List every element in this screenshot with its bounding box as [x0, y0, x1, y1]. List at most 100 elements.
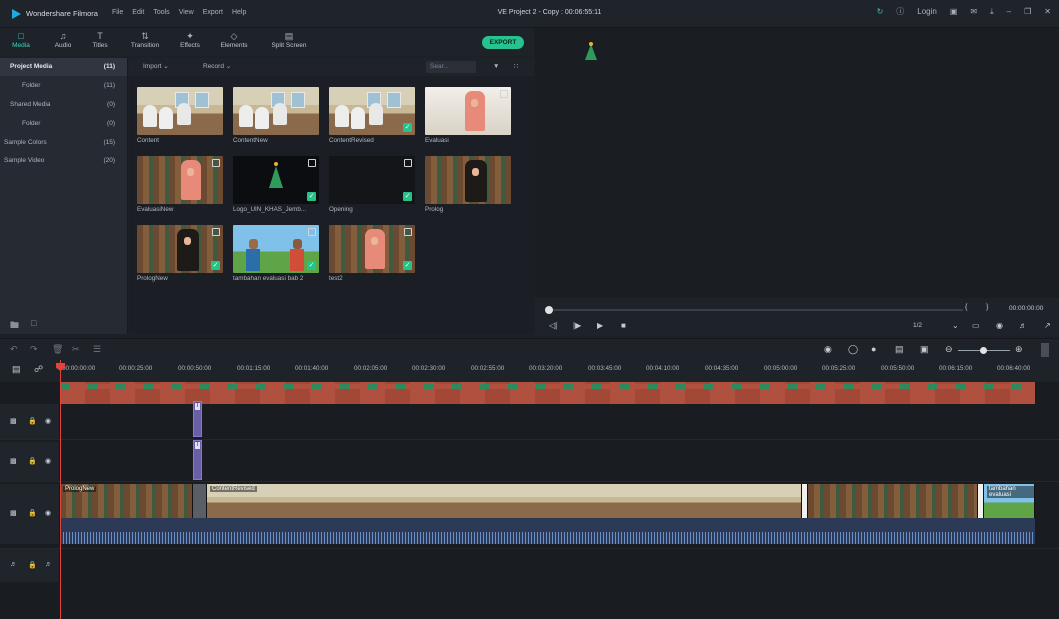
- sidebar-item-shared-folder[interactable]: Folder (0): [0, 115, 127, 133]
- media-thumb-logo[interactable]: ✓: [233, 156, 319, 204]
- fullscreen-icon[interactable]: ↗: [1044, 321, 1051, 330]
- folder-icon[interactable]: □: [31, 318, 36, 334]
- toolbar-audio[interactable]: ♫ Audio: [52, 31, 74, 49]
- voiceover-icon[interactable]: ▤: [895, 344, 904, 355]
- adjust-icon[interactable]: ☰: [93, 344, 101, 355]
- search-input[interactable]: Sear...: [426, 61, 476, 73]
- play-icon[interactable]: ▶: [597, 321, 603, 330]
- mark-in-icon[interactable]: {: [965, 304, 967, 311]
- cut-icon[interactable]: ✂: [72, 344, 80, 355]
- sync-icon[interactable]: ↻: [877, 7, 884, 16]
- video-clip-evaluasinew[interactable]: [808, 484, 978, 518]
- stop-icon[interactable]: ■: [621, 321, 626, 330]
- close-icon[interactable]: ✕: [1044, 7, 1051, 16]
- video-clip-tambahan[interactable]: tambahan evaluasi: [984, 484, 1035, 518]
- lock-icon[interactable]: 🔒: [28, 457, 37, 465]
- track-type-icon: ▩: [10, 510, 17, 517]
- download-icon[interactable]: ⤓: [990, 7, 994, 17]
- sidebar-item-sample-colors[interactable]: Sample Colors (15): [0, 134, 127, 152]
- video-clip-prolognew[interactable]: PrologNew: [60, 484, 193, 518]
- info-icon[interactable]: ⓘ: [896, 6, 904, 17]
- ruler-tick: 00:05:25:00: [822, 365, 856, 372]
- delete-icon[interactable]: 🗑: [52, 344, 63, 355]
- snapshot-icon[interactable]: ◉: [996, 321, 1003, 330]
- timeline-ruler[interactable]: ▤ ☍ 00:00:00:00 00:00:25:00 00:00:50:00 …: [0, 360, 1059, 382]
- mic-icon[interactable]: ●: [871, 344, 876, 354]
- grid-view-icon[interactable]: ∷: [514, 61, 518, 73]
- shield-icon[interactable]: ◯: [848, 344, 858, 355]
- zoom-in-icon[interactable]: ⊕: [1015, 344, 1023, 355]
- zoom-out-icon[interactable]: ⊖: [945, 344, 953, 355]
- transition-clip[interactable]: [193, 484, 207, 518]
- media-thumb-test2[interactable]: ✓: [329, 225, 415, 273]
- toolbar-media[interactable]: □ Media: [10, 31, 32, 49]
- minimize-icon[interactable]: –: [1007, 7, 1011, 16]
- quality-select[interactable]: 1/2: [913, 322, 922, 329]
- media-thumb-opening[interactable]: ✓: [329, 156, 415, 204]
- media-caption: EvaluasiNew: [137, 206, 174, 213]
- media-thumb-contentnew[interactable]: [233, 87, 319, 135]
- import-dropdown[interactable]: Import ⌄: [143, 61, 169, 73]
- redo-icon[interactable]: ↷: [30, 344, 38, 355]
- playback-scrubber[interactable]: [548, 309, 963, 311]
- sidebar-item-shared-media[interactable]: Shared Media (0): [0, 96, 127, 114]
- step-back-icon[interactable]: |▶: [573, 321, 581, 330]
- toolbar-titles[interactable]: T Titles: [89, 31, 111, 49]
- video-audio-waveform[interactable]: [60, 518, 1035, 544]
- toolbar-effects[interactable]: ✦ Effects: [176, 31, 204, 49]
- playhead-line[interactable]: [60, 360, 61, 619]
- lock-icon[interactable]: 🔒: [28, 417, 37, 425]
- record-dropdown[interactable]: Record ⌄: [203, 61, 231, 73]
- media-caption: tambahan evaluasi bab 2: [233, 275, 304, 282]
- track-audio-1: ♬ 🔒 ♬: [0, 548, 1059, 582]
- undo-icon[interactable]: ↶: [10, 344, 18, 355]
- sidebar-item-folder[interactable]: Folder (11): [0, 77, 127, 95]
- mail-icon[interactable]: ✉: [970, 7, 977, 16]
- video-clip-contentrevised[interactable]: ContentRevised: [207, 484, 802, 518]
- lock-icon[interactable]: 🔒: [28, 509, 37, 517]
- new-folder-icon[interactable]: 🖿: [10, 318, 19, 334]
- toolbar-split-screen[interactable]: ▤ Split Screen: [266, 31, 312, 49]
- sidebar-item-project-media[interactable]: Project Media (11): [0, 58, 127, 76]
- speaker-icon[interactable]: ♬: [45, 561, 52, 568]
- media-thumb-evaluasinew[interactable]: [137, 156, 223, 204]
- elements-icon: ◇: [230, 31, 238, 41]
- toolbar-transition[interactable]: ⇅ Transition: [127, 31, 163, 49]
- media-thumb-prolognew[interactable]: ✓: [137, 225, 223, 273]
- preview-logo-icon: [585, 44, 597, 60]
- render-icon[interactable]: ◉: [824, 344, 832, 355]
- preview-player: [535, 28, 1059, 298]
- sidebar-item-sample-video[interactable]: Sample Video (20): [0, 152, 127, 170]
- rewind-icon[interactable]: ◁|: [549, 321, 557, 330]
- toolbar-elements[interactable]: ◇ Elements: [217, 31, 251, 49]
- zoom-handle[interactable]: [980, 347, 987, 354]
- save-icon[interactable]: ▣: [950, 7, 958, 16]
- export-button[interactable]: EXPORT: [482, 36, 524, 49]
- media-thumb-prolog[interactable]: [425, 156, 511, 204]
- title-clip[interactable]: T: [193, 401, 202, 437]
- filter-icon[interactable]: ▼: [493, 61, 499, 73]
- link-icon[interactable]: ☍: [34, 364, 43, 375]
- add-track-icon[interactable]: ▤: [12, 364, 21, 375]
- used-check-icon: ✓: [211, 261, 220, 270]
- volume-icon[interactable]: ♬: [1019, 321, 1027, 330]
- mark-out-icon[interactable]: }: [986, 304, 988, 311]
- eye-icon[interactable]: ◉: [45, 457, 51, 465]
- panel-toggle[interactable]: [1041, 343, 1049, 357]
- media-caption: PrologNew: [137, 275, 168, 282]
- quality-chevron-icon[interactable]: ⌄: [952, 321, 959, 330]
- lock-icon[interactable]: 🔒: [28, 561, 37, 569]
- media-thumb-evaluasi[interactable]: [425, 87, 511, 135]
- login-link[interactable]: Login: [917, 7, 937, 16]
- scrubber-handle[interactable]: [545, 306, 553, 314]
- media-thumb-contentrevised[interactable]: ✓: [329, 87, 415, 135]
- display-icon[interactable]: ▭: [972, 321, 980, 330]
- restore-icon[interactable]: ❐: [1024, 7, 1031, 16]
- eye-icon[interactable]: ◉: [45, 417, 51, 425]
- eye-icon[interactable]: ◉: [45, 509, 51, 517]
- title-clip[interactable]: T: [193, 440, 202, 480]
- marker-icon[interactable]: ▣: [920, 344, 929, 355]
- media-thumb-tambahan-evaluasi[interactable]: ✓: [233, 225, 319, 273]
- media-thumb-content[interactable]: [137, 87, 223, 135]
- used-check-icon: ✓: [403, 192, 412, 201]
